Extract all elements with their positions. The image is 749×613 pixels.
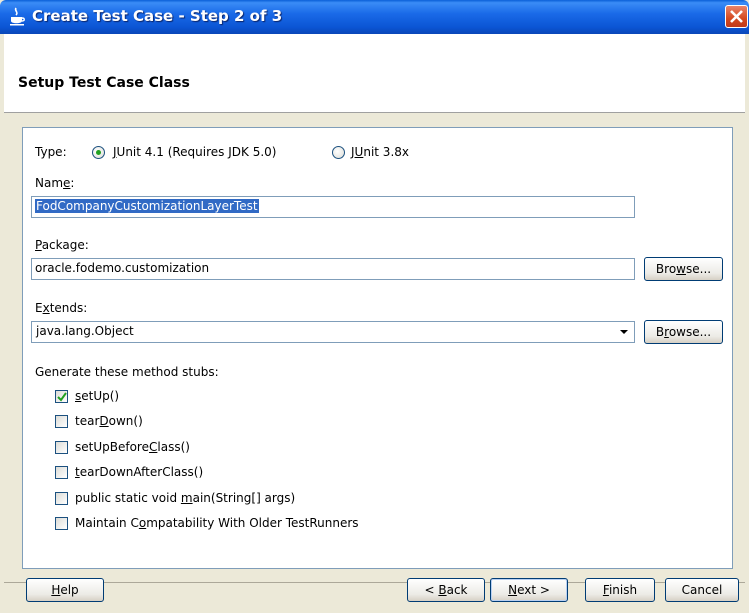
checkbox-setup[interactable]	[55, 390, 68, 403]
page-title: Setup Test Case Class	[18, 75, 190, 91]
radio-junit-4[interactable]	[92, 146, 105, 159]
checkbox-teardown-label[interactable]: tearDown()	[75, 414, 143, 428]
radio-junit-38[interactable]	[332, 146, 345, 159]
package-input[interactable]: oracle.fodemo.customization	[31, 258, 635, 280]
package-input-value: oracle.fodemo.customization	[35, 261, 210, 275]
checkbox-teardown-after-class[interactable]	[55, 466, 68, 479]
radio-junit-38-label[interactable]: JUnit 3.8x	[351, 145, 409, 159]
type-label: Type:	[35, 145, 67, 159]
next-button[interactable]: Next >	[490, 578, 568, 602]
radio-junit-4-label[interactable]: JUnit 4.1 (Requires JDK 5.0)	[113, 145, 276, 159]
extends-label: Extends:	[35, 301, 88, 315]
check-icon	[57, 392, 67, 402]
package-browse-button[interactable]: Browse...	[644, 257, 723, 281]
package-label: Package:	[35, 238, 89, 252]
checkbox-compatibility-label[interactable]: Maintain Compatability With Older TestRu…	[75, 516, 359, 530]
close-icon	[730, 10, 743, 23]
checkbox-teardown-after-class-label[interactable]: tearDownAfterClass()	[75, 465, 203, 479]
extends-select-value: java.lang.Object	[36, 324, 134, 338]
finish-button[interactable]: Finish	[585, 578, 655, 602]
extends-browse-button[interactable]: Browse...	[644, 320, 723, 344]
checkbox-teardown[interactable]	[55, 415, 68, 428]
window-title: Create Test Case - Step 2 of 3	[32, 7, 283, 25]
checkbox-setup-before-class-label[interactable]: setUpBeforeClass()	[75, 440, 190, 454]
checkbox-compatibility[interactable]	[55, 517, 68, 530]
java-cup-icon	[7, 7, 27, 27]
chevron-down-icon[interactable]	[614, 322, 634, 342]
cancel-button[interactable]: Cancel	[665, 578, 739, 602]
back-button[interactable]: < Back	[407, 578, 485, 602]
title-bar[interactable]: Create Test Case - Step 2 of 3	[0, 0, 749, 34]
name-input[interactable]: FodCompanyCustomizationLayerTest	[31, 196, 635, 218]
wizard-header: Setup Test Case Class	[4, 34, 745, 113]
checkbox-setup-label[interactable]: setUp()	[75, 389, 119, 403]
extends-select[interactable]: java.lang.Object	[31, 321, 635, 343]
name-input-value: FodCompanyCustomizationLayerTest	[35, 199, 259, 213]
checkbox-main-method-label[interactable]: public static void main(String[] args)	[75, 491, 295, 505]
close-button[interactable]	[725, 5, 748, 28]
checkbox-setup-before-class[interactable]	[55, 441, 68, 454]
name-label: Name:	[35, 176, 75, 190]
create-test-case-dialog: Create Test Case - Step 2 of 3 Setup Tes…	[0, 0, 749, 613]
help-button[interactable]: Help	[26, 578, 104, 602]
checkbox-main-method[interactable]	[55, 492, 68, 505]
method-stubs-label: Generate these method stubs:	[35, 365, 219, 379]
content-panel: Type: JUnit 4.1 (Requires JDK 5.0) JUnit…	[22, 127, 733, 569]
